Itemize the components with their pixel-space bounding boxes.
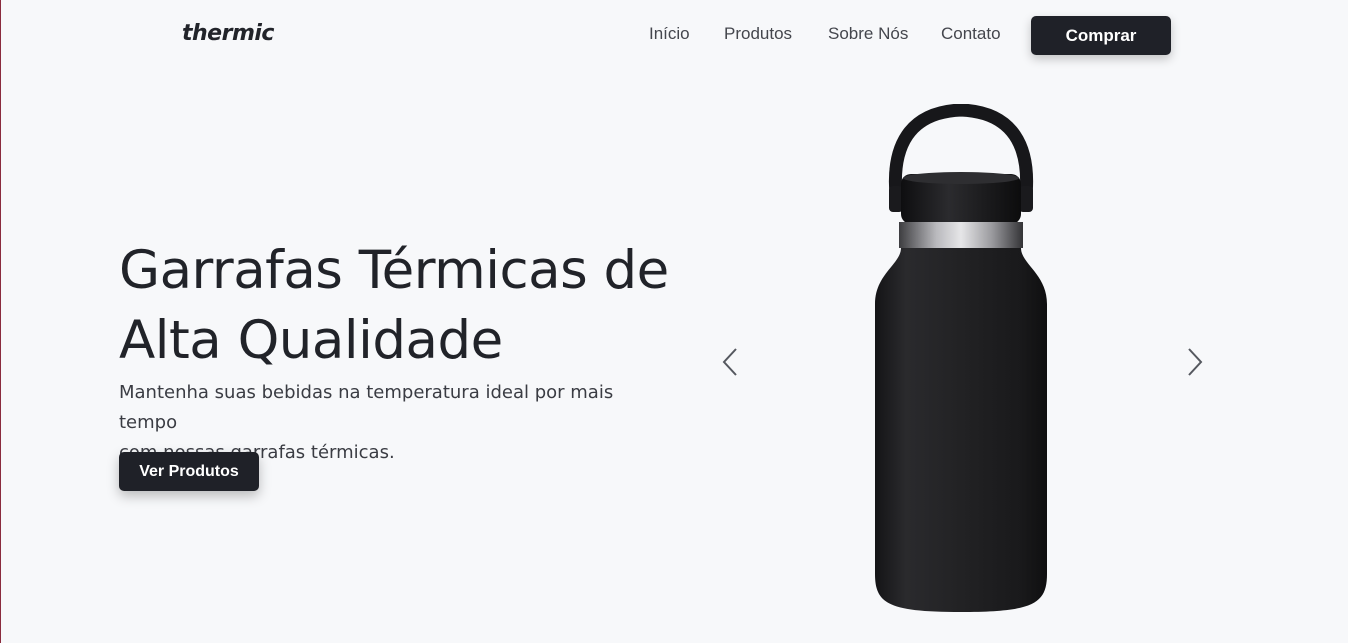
page: thermic Início Produtos Sobre Nós Contat… — [0, 0, 1348, 643]
site-header: thermic Início Produtos Sobre Nós Contat… — [1, 0, 1348, 72]
hero-title-line-1: Garrafas Térmicas de — [119, 240, 669, 301]
chevron-left-icon — [722, 348, 737, 376]
carousel-next-button[interactable] — [1179, 345, 1209, 379]
buy-button[interactable]: Comprar — [1031, 16, 1171, 55]
nav-link-produtos[interactable]: Produtos — [724, 24, 792, 44]
nav-link-inicio[interactable]: Início — [649, 24, 690, 44]
view-products-button[interactable]: Ver Produtos — [119, 452, 259, 491]
hero-subtitle-line-1: Mantenha suas bebidas na temperatura ide… — [119, 382, 614, 433]
hero-title: Garrafas Térmicas de Alta Qualidade — [119, 236, 679, 376]
chevron-right-icon — [1188, 348, 1203, 376]
bottle-image — [875, 104, 1047, 612]
carousel-prev-button[interactable] — [716, 345, 746, 379]
hero-title-line-2: Alta Qualidade — [119, 310, 503, 371]
nav-link-contato[interactable]: Contato — [941, 24, 1001, 44]
nav-link-sobre-nos[interactable]: Sobre Nós — [828, 24, 908, 44]
logo[interactable]: thermic — [182, 21, 274, 46]
product-carousel — [701, 90, 1221, 643]
